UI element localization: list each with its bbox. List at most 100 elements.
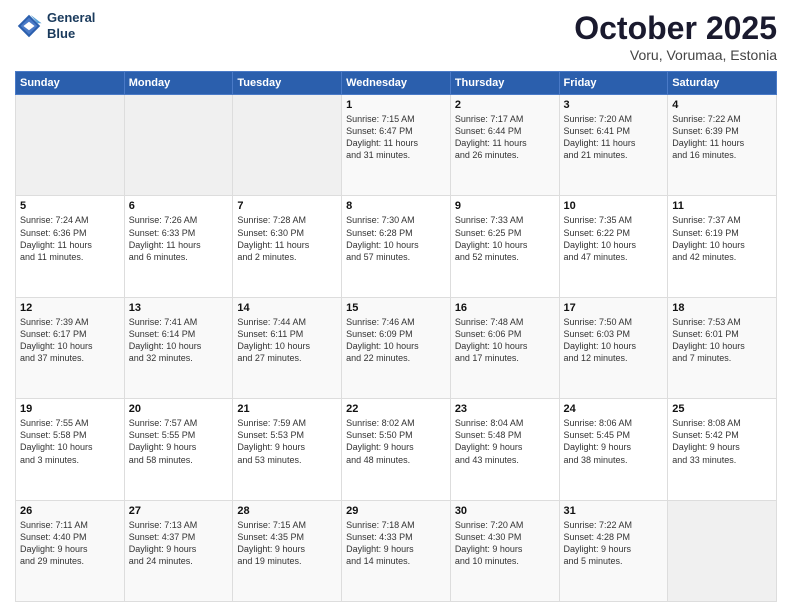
day-number: 16 (455, 302, 555, 314)
day-info: Sunrise: 7:15 AM Sunset: 4:35 PM Dayligh… (237, 519, 337, 568)
cell-w3-d6: 17 Sunrise: 7:50 AM Sunset: 6:03 PM Dayli… (559, 297, 668, 398)
logo: General Blue (15, 10, 95, 41)
cell-w4-d4: 22Sunrise: 8:02 AM Sunset: 5:50 PM Dayli… (342, 399, 451, 500)
day-number: 17 (564, 302, 664, 314)
day-number: 26 (20, 505, 120, 517)
day-info: Sunrise: 7:33 AM Sunset: 6:25 PM Dayligh… (455, 214, 555, 263)
cell-w2-d1: 5 Sunrise: 7:24 AM Sunset: 6:36 PM Daylig… (16, 196, 125, 297)
day-info: Sunrise: 7:22 AM Sunset: 6:39 PM Dayligh… (672, 113, 772, 162)
week-row-4: 19 Sunrise: 7:55 AM Sunset: 5:58 PM Dayli… (16, 399, 777, 500)
cell-w5-d5: 30Sunrise: 7:20 AM Sunset: 4:30 PM Dayli… (450, 500, 559, 601)
day-number: 7 (237, 200, 337, 212)
header-sunday: Sunday (16, 72, 125, 95)
cell-w5-d7 (668, 500, 777, 601)
cell-w5-d3: 28 Sunrise: 7:15 AM Sunset: 4:35 PM Dayli… (233, 500, 342, 601)
day-number: 9 (455, 200, 555, 212)
day-info: Sunrise: 7:22 AM Sunset: 4:28 PM Dayligh… (564, 519, 664, 568)
day-info: Sunrise: 7:41 AM Sunset: 6:14 PM Dayligh… (129, 316, 229, 365)
day-number: 15 (346, 302, 446, 314)
cell-w3-d2: 13 Sunrise: 7:41 AM Sunset: 6:14 PM Dayli… (124, 297, 233, 398)
week-row-1: 1Sunrise: 7:15 AM Sunset: 6:47 PM Daylig… (16, 95, 777, 196)
logo-icon (15, 12, 43, 40)
cell-w1-d7: 4 Sunrise: 7:22 AM Sunset: 6:39 PM Daylig… (668, 95, 777, 196)
cell-w2-d6: 10 Sunrise: 7:35 AM Sunset: 6:22 PM Dayli… (559, 196, 668, 297)
cell-w2-d7: 11 Sunrise: 7:37 AM Sunset: 6:19 PM Dayli… (668, 196, 777, 297)
header-wednesday: Wednesday (342, 72, 451, 95)
day-info: Sunrise: 7:26 AM Sunset: 6:33 PM Dayligh… (129, 214, 229, 263)
day-info: Sunrise: 8:04 AM Sunset: 5:48 PM Dayligh… (455, 417, 555, 466)
cell-w1-d2 (124, 95, 233, 196)
week-row-2: 5 Sunrise: 7:24 AM Sunset: 6:36 PM Daylig… (16, 196, 777, 297)
cell-w1-d5: 2Sunrise: 7:17 AM Sunset: 6:44 PM Daylig… (450, 95, 559, 196)
cell-w1-d1 (16, 95, 125, 196)
calendar-table: Sunday Monday Tuesday Wednesday Thursday… (15, 71, 777, 602)
day-number: 27 (129, 505, 229, 517)
day-number: 13 (129, 302, 229, 314)
cell-w5-d1: 26Sunrise: 7:11 AM Sunset: 4:40 PM Dayli… (16, 500, 125, 601)
day-info: Sunrise: 7:53 AM Sunset: 6:01 PM Dayligh… (672, 316, 772, 365)
day-info: Sunrise: 7:39 AM Sunset: 6:17 PM Dayligh… (20, 316, 120, 365)
day-number: 18 (672, 302, 772, 314)
day-number: 30 (455, 505, 555, 517)
title-section: October 2025 Voru, Vorumaa, Estonia (574, 10, 777, 63)
day-number: 6 (129, 200, 229, 212)
day-info: Sunrise: 7:35 AM Sunset: 6:22 PM Dayligh… (564, 214, 664, 263)
day-info: Sunrise: 7:37 AM Sunset: 6:19 PM Dayligh… (672, 214, 772, 263)
day-info: Sunrise: 7:59 AM Sunset: 5:53 PM Dayligh… (237, 417, 337, 466)
day-number: 29 (346, 505, 446, 517)
day-info: Sunrise: 7:46 AM Sunset: 6:09 PM Dayligh… (346, 316, 446, 365)
day-info: Sunrise: 7:17 AM Sunset: 6:44 PM Dayligh… (455, 113, 555, 162)
day-number: 19 (20, 403, 120, 415)
day-number: 20 (129, 403, 229, 415)
cell-w2-d5: 9 Sunrise: 7:33 AM Sunset: 6:25 PM Daylig… (450, 196, 559, 297)
day-number: 24 (564, 403, 664, 415)
day-number: 5 (20, 200, 120, 212)
day-number: 1 (346, 99, 446, 111)
cell-w2-d2: 6 Sunrise: 7:26 AM Sunset: 6:33 PM Daylig… (124, 196, 233, 297)
week-row-5: 26Sunrise: 7:11 AM Sunset: 4:40 PM Dayli… (16, 500, 777, 601)
day-info: Sunrise: 7:55 AM Sunset: 5:58 PM Dayligh… (20, 417, 120, 466)
cell-w2-d3: 7 Sunrise: 7:28 AM Sunset: 6:30 PM Daylig… (233, 196, 342, 297)
day-info: Sunrise: 7:20 AM Sunset: 6:41 PM Dayligh… (564, 113, 664, 162)
day-number: 14 (237, 302, 337, 314)
header-saturday: Saturday (668, 72, 777, 95)
day-number: 11 (672, 200, 772, 212)
cell-w5-d4: 29 Sunrise: 7:18 AM Sunset: 4:33 PM Dayli… (342, 500, 451, 601)
location-subtitle: Voru, Vorumaa, Estonia (574, 47, 777, 63)
day-info: Sunrise: 8:02 AM Sunset: 5:50 PM Dayligh… (346, 417, 446, 466)
day-number: 4 (672, 99, 772, 111)
month-title: October 2025 (574, 10, 777, 47)
day-info: Sunrise: 7:13 AM Sunset: 4:37 PM Dayligh… (129, 519, 229, 568)
logo-text: General Blue (47, 10, 95, 41)
header-monday: Monday (124, 72, 233, 95)
header-tuesday: Tuesday (233, 72, 342, 95)
day-info: Sunrise: 7:28 AM Sunset: 6:30 PM Dayligh… (237, 214, 337, 263)
cell-w5-d6: 31 Sunrise: 7:22 AM Sunset: 4:28 PM Dayli… (559, 500, 668, 601)
day-number: 21 (237, 403, 337, 415)
cell-w3-d3: 14 Sunrise: 7:44 AM Sunset: 6:11 PM Dayli… (233, 297, 342, 398)
day-number: 31 (564, 505, 664, 517)
day-info: Sunrise: 7:30 AM Sunset: 6:28 PM Dayligh… (346, 214, 446, 263)
day-info: Sunrise: 7:57 AM Sunset: 5:55 PM Dayligh… (129, 417, 229, 466)
day-info: Sunrise: 7:48 AM Sunset: 6:06 PM Dayligh… (455, 316, 555, 365)
header-thursday: Thursday (450, 72, 559, 95)
day-number: 8 (346, 200, 446, 212)
cell-w1-d6: 3Sunrise: 7:20 AM Sunset: 6:41 PM Daylig… (559, 95, 668, 196)
day-info: Sunrise: 7:24 AM Sunset: 6:36 PM Dayligh… (20, 214, 120, 263)
day-info: Sunrise: 8:06 AM Sunset: 5:45 PM Dayligh… (564, 417, 664, 466)
cell-w4-d6: 24 Sunrise: 8:06 AM Sunset: 5:45 PM Dayli… (559, 399, 668, 500)
cell-w4-d2: 20 Sunrise: 7:57 AM Sunset: 5:55 PM Dayli… (124, 399, 233, 500)
week-row-3: 12Sunrise: 7:39 AM Sunset: 6:17 PM Dayli… (16, 297, 777, 398)
header: General Blue October 2025 Voru, Vorumaa,… (15, 10, 777, 63)
weekday-header-row: Sunday Monday Tuesday Wednesday Thursday… (16, 72, 777, 95)
day-number: 25 (672, 403, 772, 415)
day-number: 28 (237, 505, 337, 517)
cell-w3-d1: 12Sunrise: 7:39 AM Sunset: 6:17 PM Dayli… (16, 297, 125, 398)
day-info: Sunrise: 7:50 AM Sunset: 6:03 PM Dayligh… (564, 316, 664, 365)
day-number: 10 (564, 200, 664, 212)
cell-w1-d3 (233, 95, 342, 196)
cell-w4-d1: 19 Sunrise: 7:55 AM Sunset: 5:58 PM Dayli… (16, 399, 125, 500)
day-info: Sunrise: 7:44 AM Sunset: 6:11 PM Dayligh… (237, 316, 337, 365)
day-info: Sunrise: 7:18 AM Sunset: 4:33 PM Dayligh… (346, 519, 446, 568)
page: General Blue October 2025 Voru, Vorumaa,… (0, 0, 792, 612)
